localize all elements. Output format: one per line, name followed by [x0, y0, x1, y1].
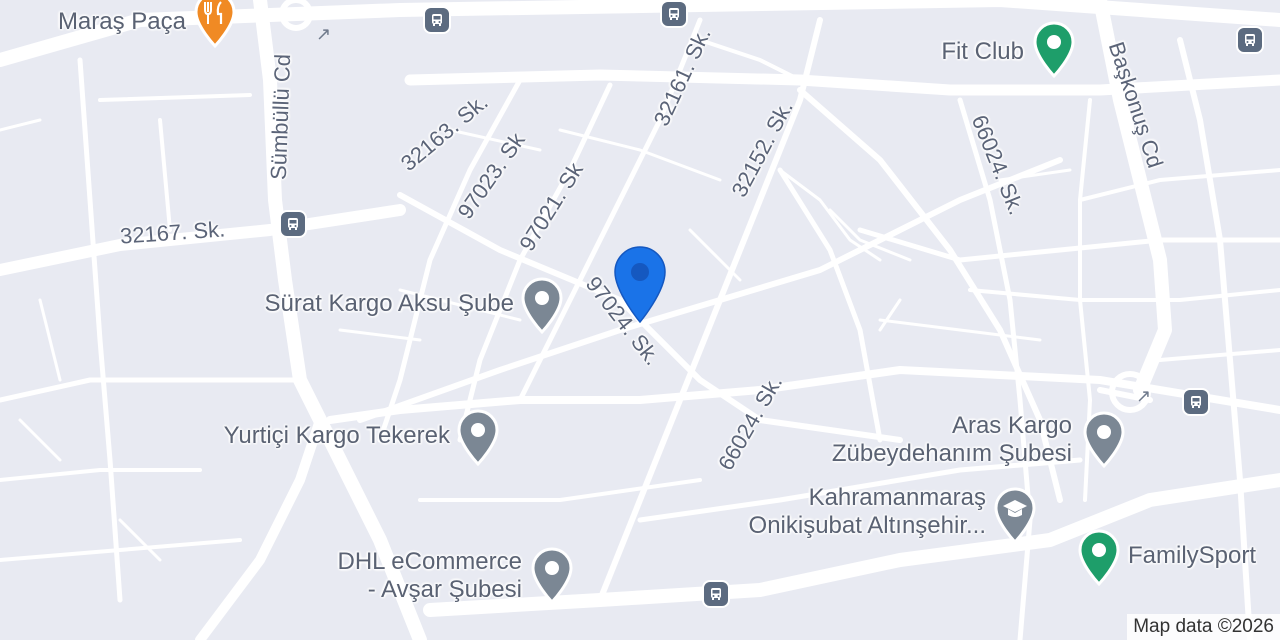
street-label-sumbullu-cd: Sümbüllü Cd [265, 53, 296, 181]
bus-stop-icon[interactable] [1236, 26, 1264, 54]
poi-label-line: - Avşar Şubesi [367, 576, 522, 603]
bus-stop-icon[interactable] [423, 6, 451, 34]
bus-stop-icon[interactable] [1182, 388, 1210, 416]
map-attribution: Map data ©2026 [1127, 614, 1280, 640]
bus-stop-icon[interactable] [279, 210, 307, 238]
poi-label-line: Kahramanmaraş [808, 484, 986, 511]
one-way-arrow-icon: ↗ [1136, 386, 1152, 406]
poi-label-fit-club[interactable]: Fit Club [900, 38, 1024, 66]
generic-place-pin-icon[interactable] [453, 408, 503, 468]
poi-label-maras-paca[interactable]: Maraş Paça [30, 8, 186, 36]
poi-label-familysport[interactable]: FamilySport [1128, 542, 1278, 570]
generic-place-pin-icon[interactable] [1079, 410, 1129, 470]
bus-stop-icon[interactable] [660, 0, 688, 28]
graduation-cap-icon[interactable] [990, 486, 1040, 546]
bus-stop-icon[interactable] [702, 580, 730, 608]
poi-label-line: DHL eCommerce [337, 548, 523, 575]
poi-label-yurtici-kargo[interactable]: Yurtiçi Kargo Tekerek [150, 422, 450, 450]
poi-label-line: Aras Kargo [951, 412, 1072, 439]
map-canvas[interactable]: 32163. Sk. 97023. Sk 97021. Sk 32161. Sk… [0, 0, 1280, 640]
fitness-pin-icon[interactable] [1029, 20, 1079, 80]
poi-label-kahramanmaras-school[interactable]: Kahramanmaraş Onikişubat Altınşehir... [700, 484, 986, 540]
location-marker-icon[interactable] [612, 244, 668, 326]
generic-place-pin-icon[interactable] [517, 276, 567, 336]
poi-label-surat-kargo[interactable]: Sürat Kargo Aksu Şube [200, 290, 515, 318]
poi-label-line: Zübeydehanım Şubesi [831, 440, 1072, 467]
generic-place-pin-icon[interactable] [527, 546, 577, 606]
poi-label-aras-kargo[interactable]: Aras Kargo Zübeydehanım Şubesi [760, 412, 1072, 468]
fitness-pin-icon[interactable] [1074, 528, 1124, 588]
one-way-arrow-icon: ↗ [316, 24, 332, 44]
poi-label-dhl-ecommerce[interactable]: DHL eCommerce - Avşar Şubesi [290, 548, 523, 604]
poi-label-line: Onikişubat Altınşehir... [748, 512, 986, 539]
fork-knife-icon[interactable] [190, 0, 240, 50]
